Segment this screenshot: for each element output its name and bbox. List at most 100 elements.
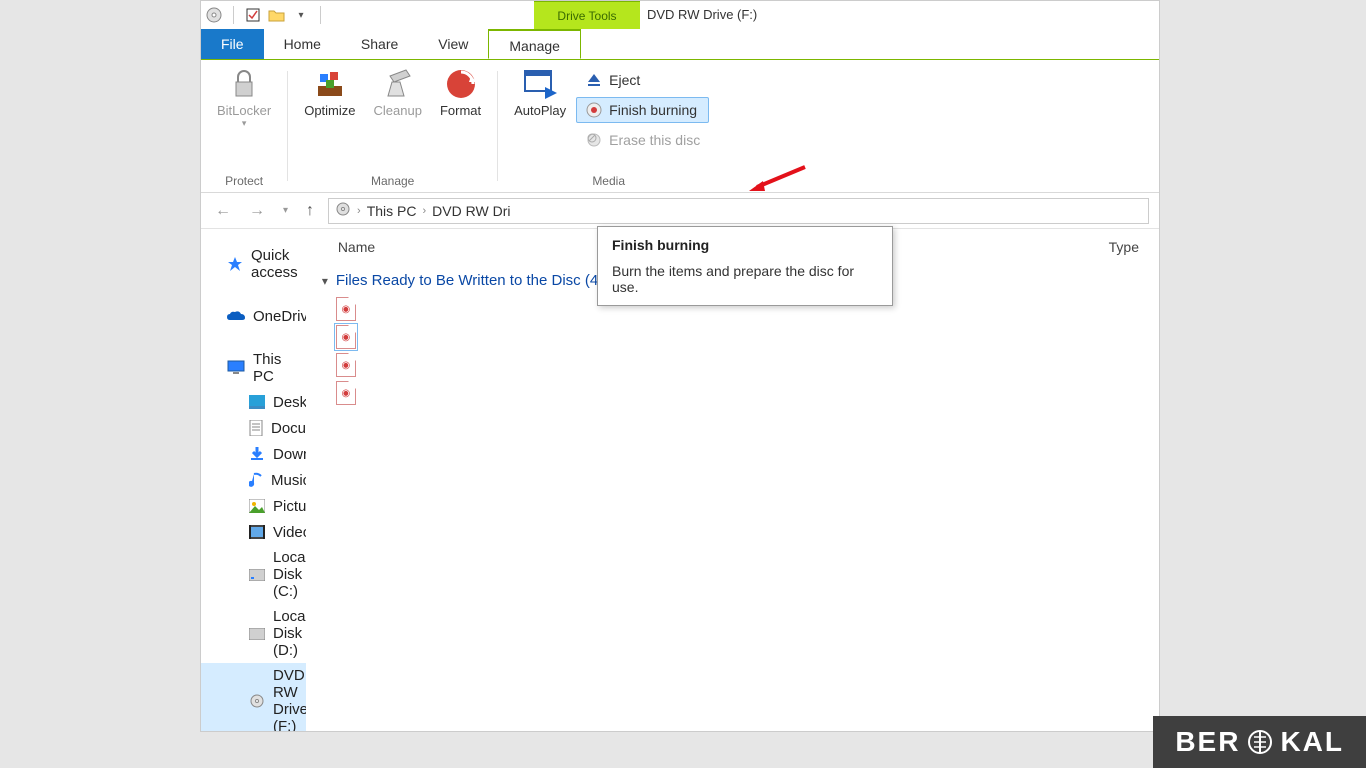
tooltip-body: Burn the items and prepare the disc for … bbox=[612, 263, 878, 295]
powerpoint-file-icon: ◉ bbox=[336, 381, 356, 405]
ribbon-group-protect: BitLocker ▾ Protect bbox=[201, 59, 287, 192]
optimize-icon bbox=[311, 65, 349, 103]
nav-quick-access[interactable]: Quick access bbox=[201, 243, 306, 285]
col-type[interactable]: Type bbox=[1109, 239, 1139, 255]
tooltip-title: Finish burning bbox=[612, 237, 878, 253]
contextual-tab-group: Drive Tools bbox=[534, 1, 640, 29]
chevron-right-icon[interactable]: › bbox=[357, 205, 361, 217]
nav-desktop[interactable]: Desktop bbox=[201, 389, 306, 415]
qat-separator bbox=[233, 6, 234, 24]
ribbon-group-media: AutoPlay Eject Finish burning Erase this… bbox=[498, 59, 719, 192]
erase-disc-label: Erase this disc bbox=[609, 132, 700, 148]
bitlocker-button[interactable]: BitLocker ▾ bbox=[211, 63, 277, 131]
nav-label: Videos bbox=[273, 524, 306, 541]
navigation-pane[interactable]: Quick access OneDrive This PC Desktop Do… bbox=[201, 229, 306, 731]
chevron-right-icon[interactable]: › bbox=[423, 205, 427, 217]
nav-label: Desktop bbox=[273, 394, 306, 411]
ribbon: BitLocker ▾ Protect Optimize Cleanup F bbox=[201, 59, 1159, 193]
tab-manage[interactable]: Manage bbox=[488, 29, 581, 59]
context-tab-drive-tools: Drive Tools bbox=[534, 1, 640, 29]
format-icon bbox=[442, 65, 480, 103]
new-folder-icon[interactable] bbox=[268, 6, 286, 24]
powerpoint-file-icon: ◉ bbox=[336, 325, 356, 349]
nav-disk-d[interactable]: Local Disk (D:) bbox=[201, 604, 306, 663]
tab-share[interactable]: Share bbox=[341, 29, 418, 59]
format-button[interactable]: Format bbox=[434, 63, 487, 120]
finish-burning-label: Finish burning bbox=[609, 102, 697, 118]
chevron-down-icon[interactable]: ▾ bbox=[322, 274, 328, 288]
qat-dropdown-icon[interactable]: ▾ bbox=[292, 6, 310, 24]
explorer-window: ▾ Drive Tools DVD RW Drive (F:) File Hom… bbox=[200, 0, 1160, 732]
history-dropdown-icon[interactable]: ▾ bbox=[279, 203, 292, 218]
tooltip: Finish burning Burn the items and prepar… bbox=[597, 226, 893, 306]
onedrive-icon bbox=[227, 307, 245, 325]
nav-videos[interactable]: Videos bbox=[201, 519, 306, 545]
eject-label: Eject bbox=[609, 72, 640, 88]
watermark-text: BER bbox=[1175, 726, 1240, 758]
autoplay-label: AutoPlay bbox=[514, 103, 566, 118]
autoplay-button[interactable]: AutoPlay bbox=[508, 63, 572, 157]
dropdown-caret-icon: ▾ bbox=[242, 118, 247, 129]
nav-dvd-drive[interactable]: DVD RW Drive (F:) bbox=[201, 663, 306, 731]
tab-view[interactable]: View bbox=[418, 29, 488, 59]
col-name[interactable]: Name bbox=[338, 239, 375, 255]
cleanup-button[interactable]: Cleanup bbox=[368, 63, 428, 120]
powerpoint-file-icon: ◉ bbox=[336, 297, 356, 321]
finish-burning-button[interactable]: Finish burning bbox=[576, 97, 709, 123]
ribbon-tabs: File Home Share View Manage bbox=[201, 29, 1159, 59]
ribbon-group-manage: Optimize Cleanup Format Manage bbox=[288, 59, 497, 192]
breadcrumb-this-pc[interactable]: This PC bbox=[367, 203, 417, 219]
list-item[interactable]: ◉ bbox=[318, 379, 1159, 407]
dvd-icon bbox=[249, 692, 265, 710]
optimize-button[interactable]: Optimize bbox=[298, 63, 361, 120]
window-title: DVD RW Drive (F:) bbox=[647, 1, 757, 29]
nav-address-row: ← → ▾ ↑ › This PC › DVD RW Dri bbox=[201, 193, 1159, 229]
nav-disk-c[interactable]: Local Disk (C:) bbox=[201, 545, 306, 604]
disc-icon bbox=[335, 201, 351, 220]
monitor-icon bbox=[227, 359, 245, 377]
back-button[interactable]: ← bbox=[211, 200, 235, 222]
nav-downloads[interactable]: Downloads bbox=[201, 441, 306, 467]
eject-button[interactable]: Eject bbox=[576, 67, 709, 93]
hdd-icon bbox=[249, 566, 265, 584]
nav-this-pc[interactable]: This PC bbox=[201, 347, 306, 389]
bitlocker-icon bbox=[225, 65, 263, 103]
nav-documents[interactable]: Documents bbox=[201, 415, 306, 441]
hdd-icon bbox=[249, 625, 265, 643]
properties-icon[interactable] bbox=[244, 6, 262, 24]
nav-label: Music bbox=[271, 472, 306, 489]
qat-separator bbox=[320, 6, 321, 24]
group-label-protect: Protect bbox=[225, 172, 263, 190]
star-icon bbox=[227, 255, 243, 273]
tab-home[interactable]: Home bbox=[264, 29, 341, 59]
video-icon bbox=[249, 523, 265, 541]
nav-onedrive[interactable]: OneDrive bbox=[201, 303, 306, 329]
eject-icon bbox=[585, 71, 603, 89]
nav-music[interactable]: Music bbox=[201, 467, 306, 493]
brain-icon bbox=[1246, 728, 1274, 756]
erase-disc-button[interactable]: Erase this disc bbox=[576, 127, 709, 153]
erase-disc-icon bbox=[585, 131, 603, 149]
document-icon bbox=[249, 419, 263, 437]
cleanup-label: Cleanup bbox=[374, 103, 422, 118]
address-bar[interactable]: › This PC › DVD RW Dri bbox=[328, 198, 1149, 224]
tab-file[interactable]: File bbox=[201, 29, 264, 59]
breadcrumb-drive[interactable]: DVD RW Dri bbox=[432, 203, 510, 219]
list-item[interactable]: ◉ bbox=[318, 351, 1159, 379]
list-item[interactable]: ◉ bbox=[318, 323, 1159, 351]
titlebar: ▾ Drive Tools DVD RW Drive (F:) bbox=[201, 1, 1159, 29]
watermark: BER KAL bbox=[1153, 716, 1366, 768]
location-disc-icon bbox=[205, 6, 223, 24]
desktop-icon bbox=[249, 393, 265, 411]
autoplay-icon bbox=[521, 65, 559, 103]
group-header-text: Files Ready to Be Written to the Disc (4… bbox=[336, 272, 603, 289]
group-label-media: Media bbox=[592, 172, 625, 190]
forward-button[interactable]: → bbox=[245, 200, 269, 222]
picture-icon bbox=[249, 497, 265, 515]
nav-pictures[interactable]: Pictures bbox=[201, 493, 306, 519]
annotation-arrow-icon bbox=[747, 163, 807, 193]
cleanup-icon bbox=[379, 65, 417, 103]
nav-label: Local Disk (C:) bbox=[273, 549, 306, 600]
up-button[interactable]: ↑ bbox=[302, 200, 318, 222]
nav-label: DVD RW Drive (F:) bbox=[273, 667, 306, 731]
